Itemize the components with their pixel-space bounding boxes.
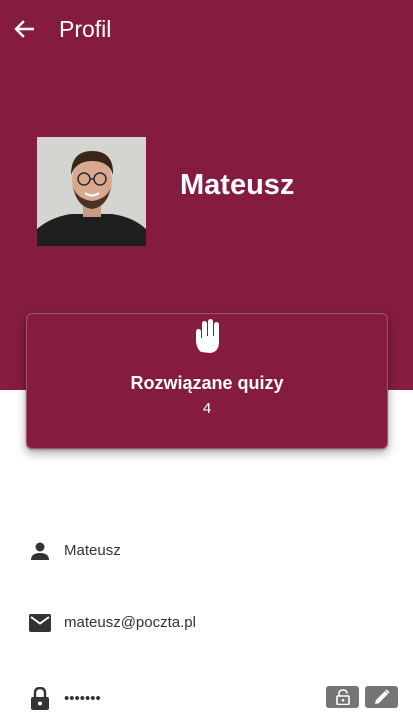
edit-icon — [374, 689, 390, 704]
unlock-icon — [335, 689, 350, 705]
mail-icon — [28, 611, 52, 635]
solved-quizzes-card: Rozwiązane quizy 4 — [26, 313, 388, 449]
hand-icon — [196, 319, 219, 353]
app-bar: Profil — [0, 0, 413, 58]
arrow-back-icon — [14, 20, 34, 38]
email-value: mateusz@poczta.pl — [64, 614, 196, 631]
username-row: Mateusz — [0, 536, 413, 566]
password-value: ••••••• — [64, 690, 101, 707]
profile-name: Mateusz — [180, 169, 295, 201]
solved-quizzes-label: Rozwiązane quizy — [130, 373, 284, 393]
email-row: mateusz@poczta.pl — [0, 608, 413, 638]
edit-password-button[interactable] — [365, 686, 398, 708]
solved-quizzes-count: 4 — [202, 400, 212, 417]
lock-icon — [28, 687, 52, 711]
avatar — [37, 137, 146, 246]
unlock-button[interactable] — [326, 686, 359, 708]
person-icon — [28, 539, 52, 563]
username-value: Mateusz — [64, 542, 121, 559]
back-button[interactable] — [12, 17, 36, 41]
page-title: Profil — [59, 16, 112, 42]
